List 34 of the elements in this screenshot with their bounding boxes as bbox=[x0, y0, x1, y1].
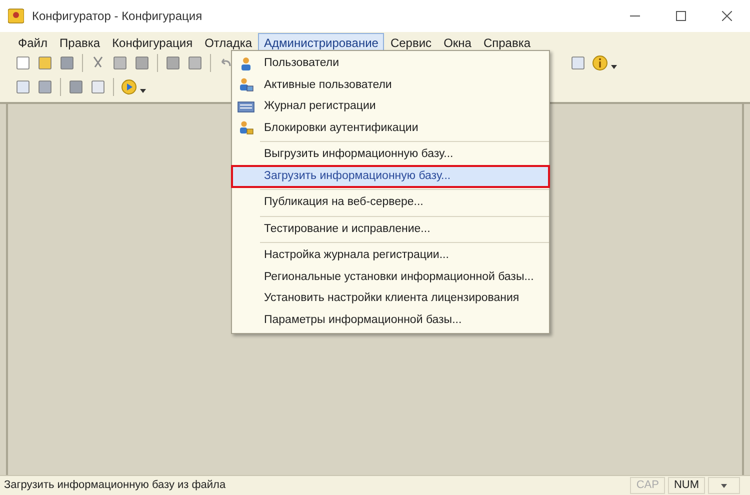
dropdown-item[interactable]: Параметры информационной базы... bbox=[232, 310, 549, 331]
dropdown-item[interactable]: Установить настройки клиента лицензирования bbox=[232, 288, 549, 310]
menu-item[interactable]: Файл bbox=[12, 32, 54, 50]
dropdown-item[interactable]: Журнал регистрации bbox=[232, 96, 549, 118]
dropdown-arrow-icon[interactable] bbox=[140, 89, 146, 93]
menu-item[interactable]: Администрирование bbox=[258, 32, 384, 50]
user-lock-icon bbox=[238, 120, 254, 136]
status-dropdown[interactable] bbox=[708, 477, 740, 494]
dropdown-item[interactable]: Блокировки аутентификации bbox=[232, 118, 549, 139]
close-icon bbox=[722, 11, 732, 21]
log-icon bbox=[237, 100, 255, 114]
menu-item[interactable]: Отладка bbox=[198, 32, 258, 50]
dropdown-item[interactable]: Тестирование и исправление... bbox=[232, 218, 549, 240]
window-title: Конфигуратор - Конфигурация bbox=[32, 8, 202, 25]
dropdown-arrow-icon bbox=[721, 484, 727, 488]
maximize-icon bbox=[676, 11, 686, 21]
app-icon bbox=[8, 8, 24, 24]
menu-item[interactable]: Правка bbox=[54, 32, 106, 50]
dropdown-item[interactable]: Загрузить информационную базу... bbox=[232, 166, 549, 187]
status-message: Загрузить информационную базу из файла bbox=[4, 478, 226, 494]
menu-item[interactable]: Конфигурация bbox=[106, 32, 199, 50]
dropdown-item[interactable]: Региональные установки информационной базы... bbox=[232, 266, 549, 288]
dropdown-item[interactable]: Настройка журнала регистрации... bbox=[232, 245, 549, 266]
dropdown-item[interactable]: Пользователи bbox=[232, 53, 549, 74]
menu-item[interactable]: Сервис bbox=[384, 32, 438, 50]
dropdown-item[interactable]: Выгрузить информационную базу... bbox=[232, 144, 549, 166]
dropdown-arrow-icon[interactable] bbox=[611, 65, 617, 69]
dropdown-item[interactable]: Публикация на веб-сервере... bbox=[232, 192, 549, 214]
status-indicator: CAP bbox=[630, 477, 665, 494]
dropdown-item[interactable]: Активные пользователи bbox=[232, 74, 549, 96]
menu-item[interactable]: Окна bbox=[438, 32, 478, 50]
status-indicator: NUM bbox=[668, 477, 705, 494]
menu-item[interactable]: Справка bbox=[477, 32, 537, 50]
users-icon bbox=[238, 77, 254, 94]
